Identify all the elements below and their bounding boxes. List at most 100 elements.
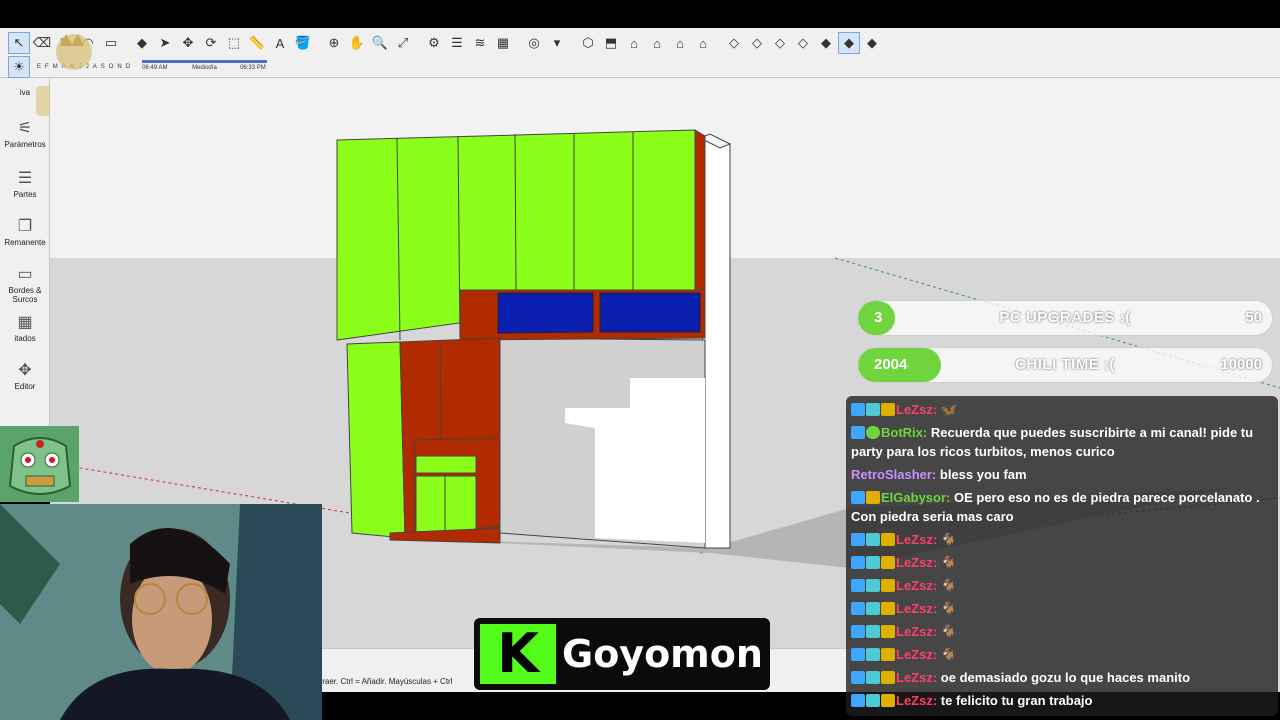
prime-badge-icon: [851, 403, 865, 416]
chat-username[interactable]: LeZsz: [896, 647, 933, 662]
push-pull-icon[interactable]: ◆: [131, 32, 153, 54]
sub-badge-icon: [866, 648, 880, 661]
chat-message: LeZsz: te felicito tu gran trabajo: [851, 691, 1272, 710]
chat-username[interactable]: LeZsz: [896, 532, 933, 547]
sub-badge-icon: [866, 671, 880, 684]
move-tool-icon[interactable]: ✥: [177, 32, 199, 54]
scale-tool-icon[interactable]: ⬚: [223, 32, 245, 54]
shaded-textures-icon[interactable]: ◆: [815, 32, 837, 54]
hidden-line-icon[interactable]: ◇: [769, 32, 791, 54]
chat-username[interactable]: BotRix: [881, 425, 923, 440]
status-text: traer. Ctrl = Añadir. Mayúsculas + Ctrl: [320, 677, 453, 686]
tall-cabinet-door: [346, 341, 406, 539]
kick-logo: K: [480, 624, 556, 684]
right-view-icon[interactable]: ⌂: [646, 32, 668, 54]
component-icon[interactable]: ⚙: [423, 32, 445, 54]
screen: ↖ ⌫ ✎ ◠ ▭ ◆ ➤ ✥ ⟳ ⬚ 📏 A 🪣 ⊕ ✋ 🔍 ⤢ ⚙ ☰ ≋ …: [0, 0, 1280, 720]
top-item-label: iva: [19, 88, 31, 97]
chat-text: 🐐: [940, 578, 957, 593]
main-toolbar: ↖ ⌫ ✎ ◠ ▭ ◆ ➤ ✥ ⟳ ⬚ 📏 A 🪣 ⊕ ✋ 🔍 ⤢ ⚙ ☰ ≋ …: [0, 28, 1280, 78]
prime-badge-icon: [851, 533, 865, 546]
prime-badge-icon: [851, 426, 865, 439]
time-slider[interactable]: 06:49 AM Mediodía 06:33 PM: [142, 60, 268, 74]
left-view-icon[interactable]: ⌂: [692, 32, 714, 54]
zoom-icon[interactable]: 🔍: [369, 32, 391, 54]
time-end-label: 06:33 PM: [240, 65, 266, 71]
orbit-icon[interactable]: ⊕: [323, 32, 345, 54]
chat-message: LeZsz: 🐐: [851, 599, 1272, 618]
prime-badge-icon: [851, 556, 865, 569]
kick-channel-banner: K Goyomon: [474, 618, 770, 690]
shadow-toggle-icon[interactable]: ☀: [8, 56, 30, 78]
iso-view-icon[interactable]: ⬡: [577, 32, 599, 54]
window-top-bar: [0, 0, 1280, 28]
monochrome-icon[interactable]: ◆: [838, 32, 860, 54]
styles-icon[interactable]: ≋: [469, 32, 491, 54]
chat-message: LeZsz: 🐐: [851, 576, 1272, 595]
paint-bucket-icon[interactable]: 🪣: [292, 32, 314, 54]
dropdown-icon[interactable]: ▾: [546, 32, 568, 54]
chat-username[interactable]: LeZsz: [896, 402, 933, 417]
chat-username[interactable]: ElGabysor: [881, 490, 946, 505]
tape-measure-icon[interactable]: 📏: [246, 32, 268, 54]
editor-item[interactable]: ✥ Editor: [0, 360, 50, 391]
sub-badge-icon: [866, 403, 880, 416]
gift-badge-icon: [881, 671, 895, 684]
prime-badge-icon: [851, 671, 865, 684]
chat-text: 🦋: [940, 402, 957, 417]
gift-badge-icon: [866, 491, 880, 504]
editor-label: Editor: [14, 382, 36, 391]
remanente-item[interactable]: ❐ Remanente: [0, 216, 50, 247]
upper-cabinet-side: [694, 129, 706, 291]
zoom-extents-icon[interactable]: ⤢: [392, 32, 414, 54]
goal-title: CHILI TIME :(: [1015, 356, 1115, 373]
wireframe-icon[interactable]: ◇: [746, 32, 768, 54]
month-label: N: [117, 64, 122, 70]
bordes-item[interactable]: ▭ Bordes & Surcos: [0, 264, 50, 304]
top-view-icon[interactable]: ⬒: [600, 32, 622, 54]
chat-text: oe demasiado gozu lo que haces manito: [940, 670, 1191, 685]
chat-message: LeZsz: 🐐: [851, 530, 1272, 549]
gift-badge-icon: [881, 533, 895, 546]
partes-item[interactable]: ☰ Partes: [0, 168, 50, 199]
itados-item[interactable]: ▦ itados: [0, 312, 50, 343]
chat-username[interactable]: LeZsz: [896, 670, 933, 685]
chat-username[interactable]: LeZsz: [896, 555, 933, 570]
chat-text: 🐐: [940, 601, 957, 616]
scenes-icon[interactable]: ▦: [492, 32, 514, 54]
chat-username[interactable]: LeZsz: [896, 578, 933, 593]
xray-icon[interactable]: ◇: [723, 32, 745, 54]
chat-text: 🐐: [940, 624, 957, 639]
shaded-icon[interactable]: ◇: [792, 32, 814, 54]
chat-username[interactable]: LeZsz: [896, 601, 933, 616]
chat-text: te felicito tu gran trabajo: [940, 693, 1093, 708]
back-view-icon[interactable]: ⌂: [669, 32, 691, 54]
chat-username[interactable]: LeZsz: [896, 693, 933, 708]
blue-drawer: [599, 292, 701, 333]
section-plane-icon[interactable]: ◆: [861, 32, 883, 54]
front-view-icon[interactable]: ⌂: [623, 32, 645, 54]
prime-badge-icon: [851, 648, 865, 661]
chat-text: bless you fam: [939, 467, 1027, 482]
layers-icon[interactable]: ☰: [446, 32, 468, 54]
gift-badge-icon: [881, 694, 895, 707]
follow-me-icon[interactable]: ➤: [154, 32, 176, 54]
bordes-label: Bordes & Surcos: [8, 286, 42, 304]
webcam-image: [0, 504, 322, 720]
camera-icon[interactable]: ◎: [523, 32, 545, 54]
border-icon: ▭: [17, 266, 33, 283]
partes-label: Partes: [13, 190, 37, 199]
copy-icon: ❐: [17, 218, 33, 235]
chat-username[interactable]: RetroSlasher: [851, 467, 932, 482]
prime-badge-icon: [851, 625, 865, 638]
pan-icon[interactable]: ✋: [346, 32, 368, 54]
chat-message: LeZsz: 🐐: [851, 622, 1272, 641]
goal-max-value: 10000: [1220, 356, 1262, 373]
rotate-tool-icon[interactable]: ⟳: [200, 32, 222, 54]
select-tool-icon[interactable]: ↖: [8, 32, 30, 54]
sub-badge-icon: [866, 625, 880, 638]
gift-badge-icon: [881, 403, 895, 416]
webcam-feed: [0, 504, 322, 720]
text-tool-icon[interactable]: A: [269, 32, 291, 54]
chat-username[interactable]: LeZsz: [896, 624, 933, 639]
